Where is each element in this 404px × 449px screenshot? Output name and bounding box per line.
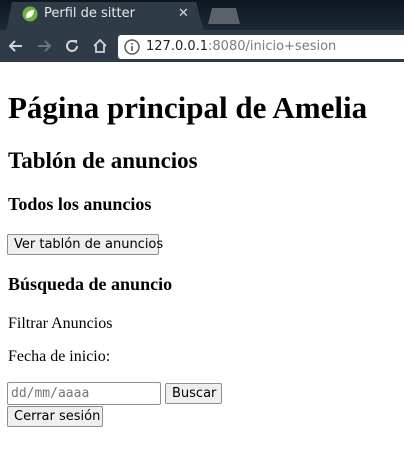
info-icon[interactable]: [124, 39, 140, 55]
filter-text: Filtrar Anuncios: [8, 315, 113, 332]
url-text[interactable]: 127.0.0.1:8080/inicio+sesion: [146, 39, 336, 54]
section-title: Tablón de anuncios: [8, 148, 198, 173]
tab-title: Perfil de sitter: [44, 6, 135, 21]
search-heading: Búsqueda de anuncio: [8, 274, 173, 294]
leaf-icon: [22, 6, 38, 22]
new-tab-button[interactable]: [208, 8, 240, 24]
start-date-input[interactable]: [7, 382, 161, 405]
search-button[interactable]: Buscar: [165, 383, 222, 404]
url-host: 127.0.0.1: [146, 39, 209, 54]
back-arrow-icon[interactable]: [8, 38, 24, 54]
forward-arrow-icon[interactable]: [36, 38, 52, 54]
url-path: :8080/inicio+sesion: [208, 39, 337, 54]
reload-icon[interactable]: [64, 38, 80, 54]
start-date-label: Fecha de inicio:: [8, 348, 111, 365]
close-icon[interactable]: ✕: [178, 7, 189, 21]
home-icon[interactable]: [92, 38, 108, 54]
all-ads-heading: Todos los anuncios: [8, 194, 152, 214]
browser-chrome: Perfil de sitter ✕ 127.0.0.1:8080/inicio…: [0, 0, 404, 62]
logout-button[interactable]: Cerrar sesión: [7, 406, 103, 427]
view-board-button[interactable]: Ver tablón de anuncios: [7, 234, 163, 255]
page-title: Página principal de Amelia: [8, 90, 368, 125]
